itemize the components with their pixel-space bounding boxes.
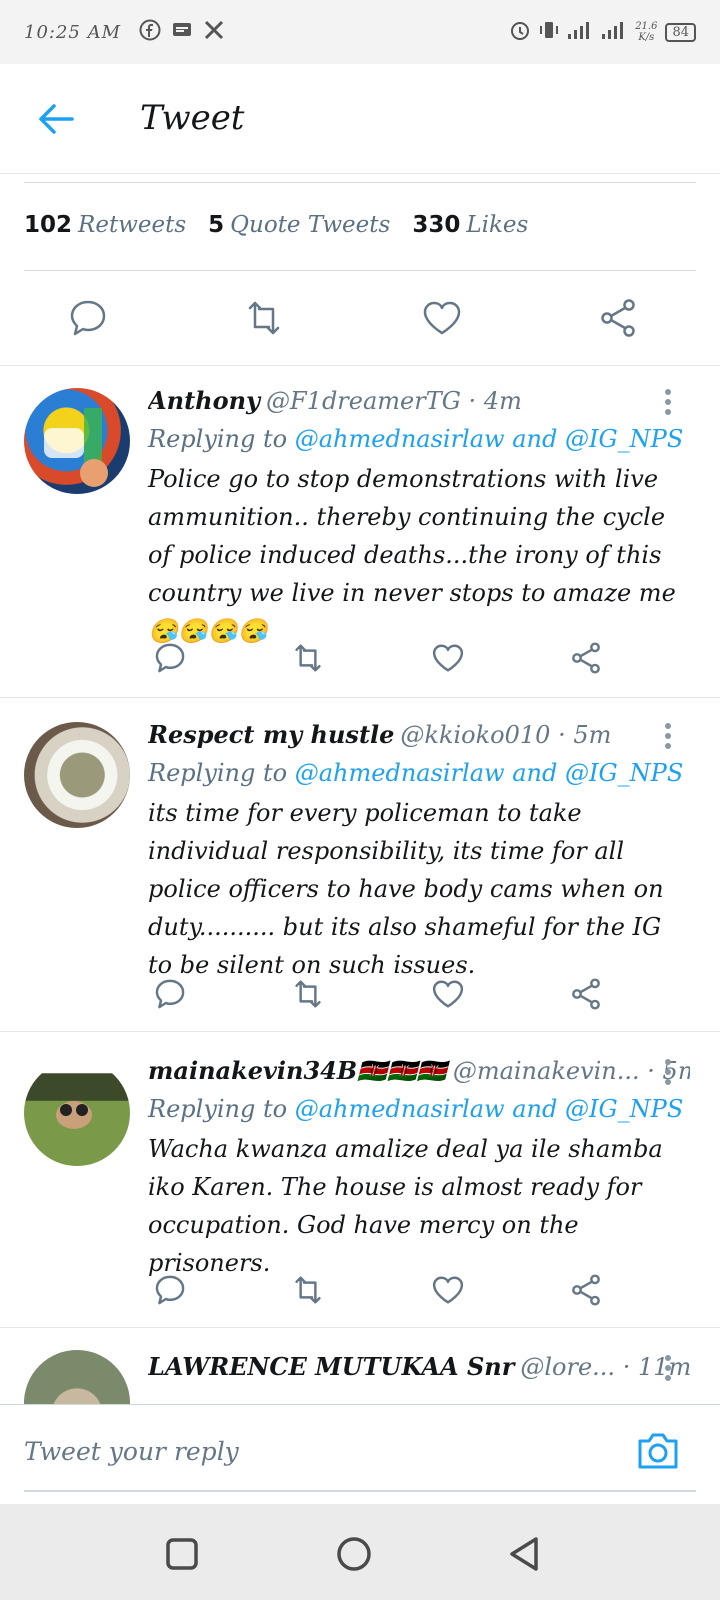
recent-apps-icon[interactable]	[162, 1534, 202, 1574]
author-name[interactable]: mainakevin34B🇰🇪🇰🇪🇰🇪	[148, 1056, 447, 1085]
retweet-icon[interactable]	[290, 1272, 326, 1308]
reply-header: mainakevin34B🇰🇪🇰🇪🇰🇪@mainakevin... · 5m	[148, 1054, 690, 1088]
quote-tweets-stat[interactable]: 5 Quote Tweets	[208, 212, 390, 238]
reply-body: Respect my hustle @kkioko010 · 5m Replyin…	[148, 718, 690, 984]
reply-time: · 11m	[622, 1353, 690, 1381]
reply-text: Police go to stop demonstrations with li…	[148, 465, 676, 645]
author-handle[interactable]: @lore...	[520, 1353, 615, 1381]
like-icon[interactable]	[420, 296, 464, 340]
replying-to: Replying to @ahmednasirlaw and @IG_NPS	[148, 425, 684, 453]
status-app-icons	[139, 19, 225, 46]
reply-icon[interactable]	[66, 296, 110, 340]
mention-link[interactable]: @ahmednasirlaw	[295, 425, 505, 453]
author-name[interactable]: LAWRENCE MUTUKAA Snr	[148, 1352, 514, 1381]
avatar[interactable]	[24, 1060, 130, 1166]
reply-icon[interactable]	[152, 976, 188, 1012]
vibrate-icon	[539, 19, 559, 45]
mention-link[interactable]: @ahmednasirlaw	[295, 759, 505, 787]
reply-composer[interactable]: Tweet your reply	[0, 1404, 720, 1500]
back-icon[interactable]	[504, 1534, 544, 1574]
status-bar: 10:25 AM 21.6 K/s 84	[0, 0, 720, 64]
home-icon[interactable]	[334, 1534, 374, 1574]
reply-text: Wacha kwanza amalize deal ya ile shamba …	[148, 1135, 663, 1277]
share-icon[interactable]	[568, 640, 604, 676]
reply-actions	[148, 976, 608, 1012]
share-icon[interactable]	[596, 296, 640, 340]
reply-header: LAWRENCE MUTUKAA Snr @lore... · 11m	[148, 1350, 690, 1384]
signal-icon	[567, 19, 593, 45]
divider	[24, 182, 696, 183]
message-icon	[171, 19, 193, 46]
author-handle[interactable]: @kkioko010	[400, 721, 550, 749]
reply-text: its time for every policeman to take ind…	[148, 799, 664, 979]
reply-item[interactable]: Respect my hustle @kkioko010 · 5m Replyin…	[0, 698, 720, 1032]
page-title: Tweet	[140, 98, 245, 138]
retweets-stat[interactable]: 102 Retweets	[24, 212, 186, 238]
reply-actions	[148, 1272, 608, 1308]
composer-underline	[24, 1490, 696, 1492]
reply-header: Respect my hustle @kkioko010 · 5m	[148, 718, 690, 752]
like-icon[interactable]	[430, 976, 466, 1012]
reply-input[interactable]: Tweet your reply	[24, 1437, 239, 1466]
mention-link[interactable]: @IG_NPS	[565, 1095, 683, 1123]
avatar[interactable]	[24, 1350, 130, 1404]
network-speed: 21.6 K/s	[635, 21, 658, 43]
more-options-icon[interactable]	[664, 1354, 672, 1382]
retweet-icon[interactable]	[290, 640, 326, 676]
top-app-bar: Tweet	[0, 64, 720, 174]
reply-time: · 5m	[558, 721, 612, 749]
battery-indicator: 84	[665, 22, 696, 42]
reply-item[interactable]: Anthony @F1dreamerTG · 4m Replying to @ah…	[0, 366, 720, 698]
more-options-icon[interactable]	[664, 388, 672, 416]
mention-link[interactable]: @IG_NPS	[565, 425, 683, 453]
reply-body: mainakevin34B🇰🇪🇰🇪🇰🇪@mainakevin... · 5m R…	[148, 1054, 690, 1282]
author-handle[interactable]: @mainakevin...	[453, 1057, 640, 1085]
system-nav-bar	[0, 1504, 720, 1600]
avatar[interactable]	[24, 388, 130, 494]
author-name[interactable]: Respect my hustle	[148, 720, 394, 749]
signal-icon-2	[601, 19, 627, 45]
reply-body: Anthony @F1dreamerTG · 4m Replying to @ah…	[148, 384, 690, 650]
share-icon[interactable]	[568, 976, 604, 1012]
likes-stat[interactable]: 330 Likes	[412, 212, 528, 238]
share-icon[interactable]	[568, 1272, 604, 1308]
divider	[24, 270, 696, 271]
alarm-icon	[509, 19, 531, 45]
reply-icon[interactable]	[152, 1272, 188, 1308]
tweet-actions	[0, 296, 720, 366]
reply-header: Anthony @F1dreamerTG · 4m	[148, 384, 690, 418]
replying-to: Replying to @ahmednasirlaw and @IG_NPS	[148, 759, 684, 787]
x-icon	[203, 19, 225, 46]
camera-icon[interactable]	[636, 1431, 680, 1471]
reply-item[interactable]: mainakevin34B🇰🇪🇰🇪🇰🇪@mainakevin... · 5m R…	[0, 1032, 720, 1328]
avatar[interactable]	[24, 722, 130, 828]
reply-item[interactable]: LAWRENCE MUTUKAA Snr @lore... · 11m	[0, 1328, 720, 1404]
more-options-icon[interactable]	[664, 1058, 672, 1086]
mention-link[interactable]: @ahmednasirlaw	[295, 1095, 505, 1123]
reply-actions	[148, 640, 608, 676]
like-icon[interactable]	[430, 640, 466, 676]
reply-icon[interactable]	[152, 640, 188, 676]
facebook-icon	[139, 19, 161, 46]
tweet-stats: 102 Retweets 5 Quote Tweets 330 Likes	[24, 212, 528, 238]
author-name[interactable]: Anthony	[148, 386, 260, 415]
replying-to: Replying to @ahmednasirlaw and @IG_NPS	[148, 1095, 684, 1123]
status-time: 10:25 AM	[24, 21, 122, 43]
author-handle[interactable]: @F1dreamerTG	[266, 387, 461, 415]
mention-link[interactable]: @IG_NPS	[565, 759, 683, 787]
more-options-icon[interactable]	[664, 722, 672, 750]
retweet-icon[interactable]	[242, 296, 286, 340]
back-arrow-icon[interactable]	[36, 102, 76, 136]
reply-time: · 4m	[468, 387, 522, 415]
retweet-icon[interactable]	[290, 976, 326, 1012]
reply-body: LAWRENCE MUTUKAA Snr @lore... · 11m	[148, 1350, 690, 1384]
like-icon[interactable]	[430, 1272, 466, 1308]
